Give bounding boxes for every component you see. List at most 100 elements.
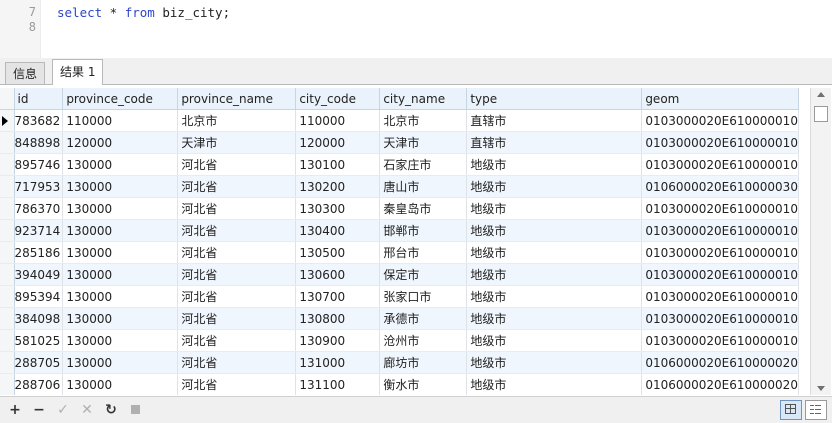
x-icon[interactable]: ✕ [78,401,96,419]
table-cell-city-name[interactable]: 唐山市 [379,175,468,198]
row-indicator[interactable] [0,219,15,242]
table-cell-city-code[interactable]: 131000 [295,351,381,374]
tab-result-1[interactable]: 结果 1 [52,59,104,85]
table-cell-province-name[interactable]: 北京市 [177,109,297,132]
table-cell-province-code[interactable]: 130000 [62,153,179,176]
table-cell-province-code[interactable]: 130000 [62,373,179,395]
table-row[interactable]: 848898 120000 天津市 120000 天津市 直辖市 0103000020E61… [0,131,799,154]
table-cell-province-code[interactable]: 110000 [62,109,179,132]
table-cell-province-name[interactable]: 河北省 [177,307,297,330]
table-cell-id[interactable]: 783682 [14,109,64,132]
table-cell-geom[interactable]: 0103000020E610000010 [641,219,799,242]
scroll-up-icon[interactable] [817,92,825,97]
table-cell-id[interactable]: 895746 [14,153,64,176]
table-cell-province-name[interactable]: 天津市 [177,131,297,154]
vertical-scrollbar[interactable] [810,88,831,395]
table-cell-city-name[interactable]: 秦皇岛市 [379,197,468,220]
row-indicator[interactable] [0,131,15,154]
table-cell-province-name[interactable]: 河北省 [177,351,297,374]
table-cell-city-name[interactable]: 邯郸市 [379,219,468,242]
table-row[interactable]: 717953 130000 河北省 130200 唐山市 地级市 0106000020E61… [0,175,799,198]
table-cell-type[interactable]: 地级市 [466,285,643,308]
table-cell-geom[interactable]: 0103000020E610000010 [641,263,799,286]
table-row[interactable]: 288706 130000 河北省 131100 衡水市 地级市 0106000020E61… [0,373,799,395]
table-cell-type[interactable]: 地级市 [466,329,643,352]
table-cell-geom[interactable]: 0103000020E610000010 [641,153,799,176]
table-cell-type[interactable]: 直辖市 [466,109,643,132]
sql-editor[interactable]: 7 8 select * from biz_city; [0,0,832,59]
table-row[interactable]: 288705 130000 河北省 131000 廊坊市 地级市 0106000020E61… [0,351,799,374]
column-header-province-name[interactable]: province_name [177,88,297,110]
table-cell-province-name[interactable]: 河北省 [177,285,297,308]
table-cell-province-code[interactable]: 130000 [62,241,179,264]
table-cell-city-code[interactable]: 130100 [295,153,381,176]
table-cell-geom[interactable]: 0103000020E610000010 [641,131,799,154]
table-cell-province-name[interactable]: 河北省 [177,263,297,286]
table-cell-type[interactable]: 地级市 [466,219,643,242]
table-cell-province-code[interactable]: 130000 [62,307,179,330]
stop-icon[interactable] [126,401,144,419]
row-indicator[interactable] [0,263,15,286]
tab-info[interactable]: 信息 [5,62,46,85]
table-cell-geom[interactable]: 0103000020E610000010 [641,109,799,132]
table-cell-id[interactable]: 848898 [14,131,64,154]
table-row[interactable]: 895746 130000 河北省 130100 石家庄市 地级市 0103000020E6… [0,153,799,176]
table-cell-geom[interactable]: 0106000020E610000030 [641,175,799,198]
table-row[interactable]: 384098 130000 河北省 130800 承德市 地级市 0103000020E61… [0,307,799,330]
row-indicator[interactable] [0,307,15,330]
table-cell-geom[interactable]: 0103000020E610000010 [641,307,799,330]
table-cell-province-code[interactable]: 130000 [62,351,179,374]
table-cell-city-code[interactable]: 130800 [295,307,381,330]
scrollbar-thumb[interactable] [814,106,828,122]
row-indicator[interactable] [0,175,15,198]
table-cell-city-code[interactable]: 131100 [295,373,381,395]
column-header-city-name[interactable]: city_name [379,88,468,110]
table-cell-province-name[interactable]: 河北省 [177,153,297,176]
table-cell-geom[interactable]: 0103000020E610000010 [641,329,799,352]
row-indicator[interactable] [0,285,15,308]
row-indicator[interactable] [0,197,15,220]
table-cell-id[interactable]: 923714 [14,219,64,242]
table-cell-type[interactable]: 地级市 [466,351,643,374]
table-cell-city-name[interactable]: 天津市 [379,131,468,154]
table-cell-id[interactable]: 288705 [14,351,64,374]
form-view-icon[interactable] [805,400,827,420]
table-cell-city-name[interactable]: 保定市 [379,263,468,286]
table-cell-city-code[interactable]: 120000 [295,131,381,154]
plus-icon[interactable]: + [6,401,24,419]
table-cell-id[interactable]: 384098 [14,307,64,330]
table-cell-id[interactable]: 394049 [14,263,64,286]
row-indicator[interactable] [0,329,15,352]
table-cell-province-name[interactable]: 河北省 [177,241,297,264]
column-header-type[interactable]: type [466,88,643,110]
table-cell-id[interactable]: 285186 [14,241,64,264]
table-cell-id[interactable]: 288706 [14,373,64,395]
table-cell-province-code[interactable]: 120000 [62,131,179,154]
table-cell-type[interactable]: 地级市 [466,307,643,330]
table-row[interactable]: 786370 130000 河北省 130300 秦皇岛市 地级市 0103000020E6… [0,197,799,220]
table-cell-id[interactable]: 717953 [14,175,64,198]
table-row[interactable]: 783682 110000 北京市 110000 北京市 直辖市 0103000020E61… [0,109,799,132]
table-cell-type[interactable]: 地级市 [466,197,643,220]
table-cell-province-name[interactable]: 河北省 [177,329,297,352]
table-row[interactable]: 895394 130000 河北省 130700 张家口市 地级市 0103000020E6… [0,285,799,308]
table-cell-province-name[interactable]: 河北省 [177,175,297,198]
table-cell-id[interactable]: 581025 [14,329,64,352]
table-row[interactable]: 394049 130000 河北省 130600 保定市 地级市 0103000020E61… [0,263,799,286]
row-indicator[interactable] [0,373,15,395]
table-cell-province-code[interactable]: 130000 [62,285,179,308]
table-cell-city-name[interactable]: 石家庄市 [379,153,468,176]
table-cell-city-name[interactable]: 沧州市 [379,329,468,352]
refresh-icon[interactable]: ↻ [102,401,120,419]
result-grid[interactable]: id province_code province_name city_code cit… [0,88,810,395]
table-cell-city-code[interactable]: 130900 [295,329,381,352]
table-cell-type[interactable]: 地级市 [466,153,643,176]
grid-view-icon[interactable] [780,400,802,420]
table-cell-city-code[interactable]: 130700 [295,285,381,308]
table-cell-type[interactable]: 直辖市 [466,131,643,154]
table-cell-province-code[interactable]: 130000 [62,263,179,286]
table-cell-province-code[interactable]: 130000 [62,175,179,198]
table-row[interactable]: 923714 130000 河北省 130400 邯郸市 地级市 0103000020E61… [0,219,799,242]
table-cell-type[interactable]: 地级市 [466,263,643,286]
table-cell-province-code[interactable]: 130000 [62,197,179,220]
